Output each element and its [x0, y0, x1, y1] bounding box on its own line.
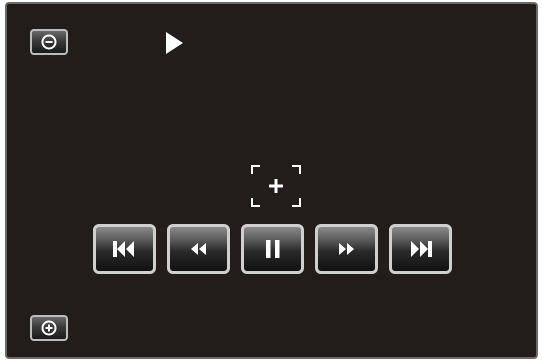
- zoom-out-icon: [41, 34, 57, 50]
- rewind-icon: [191, 243, 206, 255]
- focus-frame-icon: [251, 165, 301, 207]
- skip-next-button[interactable]: [389, 224, 452, 274]
- zoom-in-button[interactable]: [30, 315, 68, 341]
- skip-previous-button[interactable]: [93, 224, 156, 274]
- rewind-button[interactable]: [167, 224, 230, 274]
- playback-screen: [5, 2, 538, 359]
- zoom-out-button[interactable]: [30, 29, 68, 55]
- fast-forward-icon: [339, 243, 354, 255]
- zoom-in-icon: [41, 320, 57, 336]
- pause-icon: [266, 240, 280, 258]
- skip-next-icon: [411, 241, 432, 257]
- play-indicator-icon: [166, 32, 183, 54]
- fast-forward-button[interactable]: [315, 224, 378, 274]
- skip-previous-icon: [113, 241, 134, 257]
- pause-button[interactable]: [241, 224, 304, 274]
